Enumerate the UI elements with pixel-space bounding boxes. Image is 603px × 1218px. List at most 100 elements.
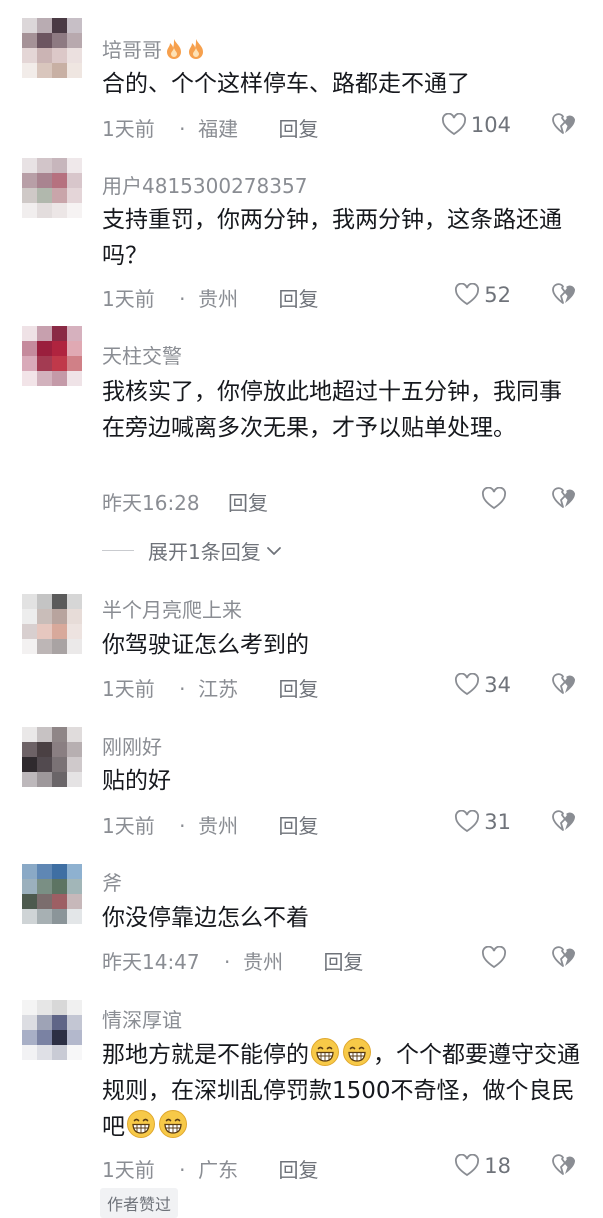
comment-author[interactable]: 刚刚好 xyxy=(102,731,162,760)
dislike-button[interactable] xyxy=(551,486,577,512)
comment-meta: 1天前 · 江苏 回复 xyxy=(102,673,319,702)
avatar-pixel xyxy=(52,879,67,894)
avatar-pixel xyxy=(22,609,37,624)
reply-button[interactable]: 回复 xyxy=(279,677,319,701)
avatar-pixel xyxy=(37,894,52,909)
reply-button[interactable]: 回复 xyxy=(323,950,363,974)
like-button[interactable]: 52 xyxy=(454,282,511,308)
comment-author[interactable]: 天柱交警 xyxy=(102,340,182,369)
avatar-pixel xyxy=(37,727,52,742)
reply-button[interactable]: 回复 xyxy=(228,491,268,515)
avatar-pixel xyxy=(52,326,67,341)
avatar-pixel xyxy=(52,864,67,879)
like-button[interactable]: 18 xyxy=(454,1153,511,1179)
chevron-down-icon xyxy=(266,546,281,555)
avatar-pixel xyxy=(22,639,37,654)
avatar-pixel xyxy=(37,356,52,371)
comment-author[interactable]: 情深厚谊 xyxy=(102,1004,182,1033)
avatar[interactable] xyxy=(22,727,82,787)
reply-button[interactable]: 回复 xyxy=(279,287,319,311)
avatar-pixel xyxy=(52,341,67,356)
avatar-pixel xyxy=(67,772,82,787)
like-button[interactable]: 31 xyxy=(454,809,511,835)
reply-button[interactable]: 回复 xyxy=(279,814,319,838)
expand-replies-button[interactable]: 展开1条回复 xyxy=(102,536,283,565)
avatar-pixel xyxy=(22,624,37,639)
comment-author[interactable]: 培哥哥 xyxy=(102,34,206,63)
comment-time: 昨天16:28 xyxy=(102,491,200,515)
author-liked-badge: 作者赞过 xyxy=(100,1188,179,1218)
avatar-pixel xyxy=(67,1000,82,1015)
avatar-pixel xyxy=(22,1045,37,1060)
dislike-button[interactable] xyxy=(551,112,577,138)
avatar-pixel xyxy=(67,33,82,48)
dislike-button[interactable] xyxy=(551,809,577,835)
reply-button[interactable]: 回复 xyxy=(279,1158,319,1182)
avatar-pixel xyxy=(22,203,37,218)
avatar-pixel xyxy=(37,1045,52,1060)
comment-time: 1天前 xyxy=(102,117,155,141)
broken-heart-icon xyxy=(552,810,575,831)
avatar[interactable] xyxy=(22,864,82,924)
like-count: 34 xyxy=(484,673,511,697)
avatar-pixel xyxy=(52,609,67,624)
avatar-pixel xyxy=(52,727,67,742)
avatar-pixel xyxy=(52,48,67,63)
avatar-pixel xyxy=(67,639,82,654)
broken-heart-icon xyxy=(552,673,575,694)
comment-text: 那地方就是不能停的 ，个个都要遵守交通规则，在深圳乱停罚款1500不奇怪，做个良民… xyxy=(102,1037,582,1145)
avatar[interactable] xyxy=(22,158,82,218)
broken-heart-icon xyxy=(552,283,575,304)
avatar-pixel xyxy=(22,158,37,173)
dislike-button[interactable] xyxy=(551,1153,577,1179)
dislike-button[interactable] xyxy=(551,282,577,308)
like-button[interactable]: 34 xyxy=(454,672,511,698)
avatar-pixel xyxy=(37,772,52,787)
avatar-pixel xyxy=(37,879,52,894)
avatar-pixel xyxy=(52,18,67,33)
like-button[interactable] xyxy=(481,486,511,512)
avatar-pixel xyxy=(22,742,37,757)
avatar[interactable] xyxy=(22,18,82,78)
avatar-pixel xyxy=(37,1030,52,1045)
avatar-pixel xyxy=(67,894,82,909)
avatar-pixel xyxy=(22,48,37,63)
reply-button[interactable]: 回复 xyxy=(279,117,319,141)
like-button[interactable] xyxy=(481,945,511,971)
comment-author[interactable]: 半个月亮爬上来 xyxy=(102,594,242,623)
comment-text: 你驾驶证怎么考到的 xyxy=(102,632,309,658)
comment-location: · 江苏 xyxy=(179,677,239,701)
dislike-button[interactable] xyxy=(551,945,577,971)
avatar-pixel xyxy=(37,158,52,173)
avatar-pixel xyxy=(37,757,52,772)
avatar-pixel xyxy=(37,48,52,63)
dislike-button[interactable] xyxy=(551,672,577,698)
avatar-pixel xyxy=(37,1015,52,1030)
broken-heart-icon xyxy=(552,1154,575,1175)
avatar[interactable] xyxy=(22,326,82,386)
heart-outline-icon xyxy=(455,1154,480,1177)
comment-location: · 广东 xyxy=(179,1158,239,1182)
avatar-pixel xyxy=(67,909,82,924)
avatar-pixel xyxy=(67,158,82,173)
avatar-pixel xyxy=(22,727,37,742)
avatar[interactable] xyxy=(22,1000,82,1060)
avatar-pixel xyxy=(37,909,52,924)
avatar-pixel xyxy=(52,33,67,48)
avatar-pixel xyxy=(22,1030,37,1045)
broken-heart-icon xyxy=(552,946,575,967)
comment-author[interactable]: 用户4815300278357 xyxy=(102,170,307,199)
comment-author[interactable]: 斧 xyxy=(102,867,122,896)
like-button[interactable]: 104 xyxy=(441,112,511,138)
avatar-pixel xyxy=(22,63,37,78)
comment-meta: 1天前 · 广东 回复 xyxy=(102,1154,319,1183)
avatar[interactable] xyxy=(22,594,82,654)
avatar-pixel xyxy=(22,879,37,894)
comment-text: 你没停靠边怎么不着 xyxy=(102,905,309,931)
avatar-pixel xyxy=(52,594,67,609)
avatar-pixel xyxy=(22,1000,37,1015)
avatar-pixel xyxy=(22,341,37,356)
expand-replies-label: 展开1条回复 xyxy=(148,540,261,564)
avatar-pixel xyxy=(37,371,52,386)
avatar-pixel xyxy=(67,1030,82,1045)
